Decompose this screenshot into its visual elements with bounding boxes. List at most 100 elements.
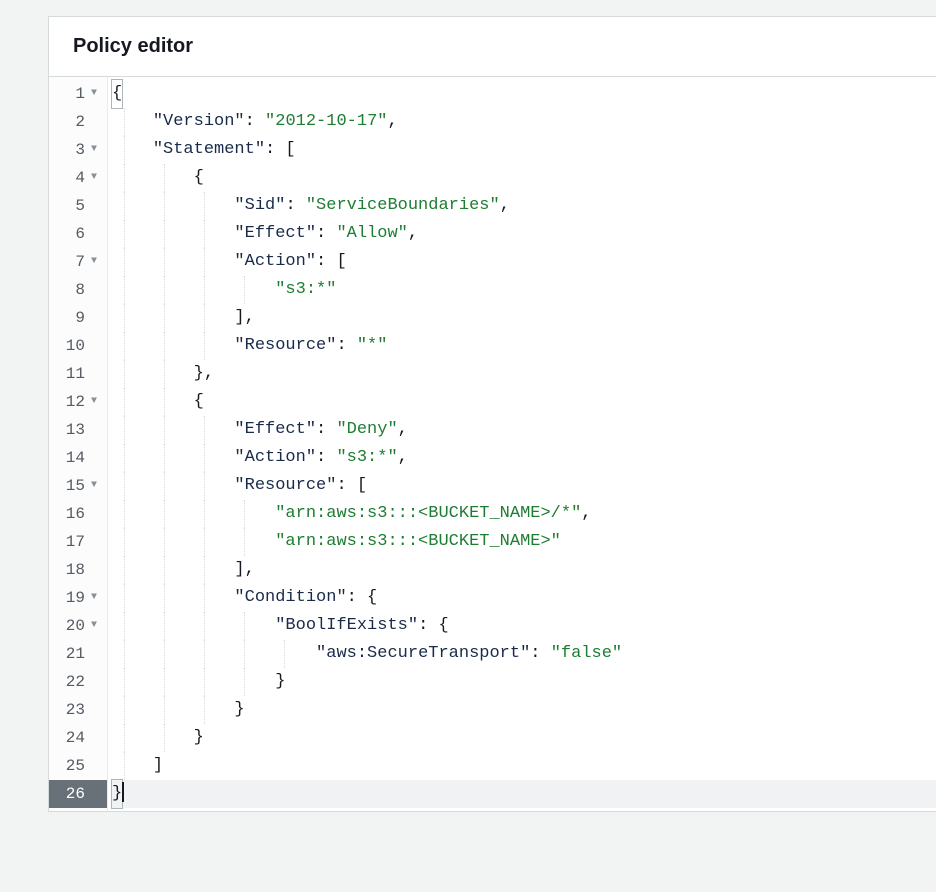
line-number: 19 (59, 584, 85, 612)
code-line[interactable]: "s3:*" (112, 276, 936, 304)
line-number: 18 (59, 556, 85, 584)
json-punct: ] (153, 756, 163, 775)
gutter-line[interactable]: 3▼ (49, 136, 107, 164)
fold-toggle-icon[interactable]: ▼ (87, 612, 101, 640)
json-key: "Statement" (153, 140, 265, 159)
gutter-line[interactable]: 4▼ (49, 164, 107, 192)
code-line[interactable]: "Condition": { (112, 584, 936, 612)
gutter-line[interactable]: 18▼ (49, 556, 107, 584)
code-line[interactable]: { (112, 388, 936, 416)
indent-guide (124, 108, 125, 136)
gutter-line[interactable]: 19▼ (49, 584, 107, 612)
json-punct: , (408, 224, 418, 243)
code-line[interactable]: "arn:aws:s3:::<BUCKET_NAME>/*", (112, 500, 936, 528)
code-line[interactable]: "Sid": "ServiceBoundaries", (112, 192, 936, 220)
code-line[interactable]: { (112, 80, 936, 108)
gutter-line[interactable]: 14▼ (49, 444, 107, 472)
json-key: "BoolIfExists" (275, 616, 418, 635)
code-line[interactable]: "arn:aws:s3:::<BUCKET_NAME>" (112, 528, 936, 556)
code-line[interactable]: ], (112, 556, 936, 584)
gutter-line[interactable]: 20▼ (49, 612, 107, 640)
line-number: 22 (59, 668, 85, 696)
indent-guide (244, 640, 245, 668)
code-line[interactable]: } (112, 696, 936, 724)
fold-toggle-icon[interactable]: ▼ (87, 472, 101, 500)
code-line[interactable]: }, (112, 360, 936, 388)
gutter-line[interactable]: 10▼ (49, 332, 107, 360)
editor-code-area[interactable]: { "Version": "2012-10-17", "Statement": … (108, 77, 936, 811)
json-string: "false" (551, 644, 622, 663)
indent-guide (244, 612, 245, 640)
indent-guide (124, 444, 125, 472)
json-string: "s3:*" (336, 448, 397, 467)
code-line[interactable]: "Statement": [ (112, 136, 936, 164)
indent-guide (164, 612, 165, 640)
gutter-line[interactable]: 21▼ (49, 640, 107, 668)
json-punct: : { (347, 588, 378, 607)
code-line[interactable]: } (112, 668, 936, 696)
gutter-line[interactable]: 13▼ (49, 416, 107, 444)
gutter-line[interactable]: 5▼ (49, 192, 107, 220)
code-line[interactable]: "BoolIfExists": { (112, 612, 936, 640)
indent-guide (124, 276, 125, 304)
gutter-line[interactable]: 15▼ (49, 472, 107, 500)
code-line[interactable]: "Effect": "Deny", (112, 416, 936, 444)
gutter-line[interactable]: 8▼ (49, 276, 107, 304)
line-number: 23 (59, 696, 85, 724)
indent-guide (164, 668, 165, 696)
code-line[interactable]: "Action": "s3:*", (112, 444, 936, 472)
json-punct: , (398, 420, 408, 439)
line-number: 25 (59, 752, 85, 780)
gutter-line[interactable]: 26▼ (49, 780, 107, 808)
fold-toggle-icon[interactable]: ▼ (87, 584, 101, 612)
code-line[interactable]: } (112, 780, 936, 808)
indent-guide (124, 612, 125, 640)
gutter-line[interactable]: 23▼ (49, 696, 107, 724)
gutter-line[interactable]: 16▼ (49, 500, 107, 528)
line-number: 1 (59, 80, 85, 108)
fold-toggle-icon[interactable]: ▼ (87, 248, 101, 276)
fold-toggle-icon[interactable]: ▼ (87, 164, 101, 192)
indent-guide (204, 472, 205, 500)
code-editor[interactable]: 1▼2▼3▼4▼5▼6▼7▼8▼9▼10▼11▼12▼13▼14▼15▼16▼1… (49, 77, 936, 811)
code-line[interactable]: "aws:SecureTransport": "false" (112, 640, 936, 668)
indent-guide (204, 612, 205, 640)
json-key: "Action" (234, 448, 316, 467)
indent-guide (164, 220, 165, 248)
code-line[interactable]: } (112, 724, 936, 752)
gutter-line[interactable]: 25▼ (49, 752, 107, 780)
indent-guide (284, 640, 285, 668)
code-line[interactable]: "Version": "2012-10-17", (112, 108, 936, 136)
json-punct: } (112, 784, 122, 803)
json-string: "Deny" (336, 420, 397, 439)
gutter-line[interactable]: 7▼ (49, 248, 107, 276)
json-punct: { (194, 392, 204, 411)
code-line[interactable]: { (112, 164, 936, 192)
code-line[interactable]: "Resource": "*" (112, 332, 936, 360)
json-punct: ], (234, 308, 254, 327)
code-line[interactable]: ] (112, 752, 936, 780)
code-line[interactable]: "Action": [ (112, 248, 936, 276)
code-line[interactable]: "Effect": "Allow", (112, 220, 936, 248)
indent-guide (164, 724, 165, 752)
fold-toggle-icon[interactable]: ▼ (87, 80, 101, 108)
indent-guide (204, 248, 205, 276)
indent-guide (164, 276, 165, 304)
gutter-line[interactable]: 9▼ (49, 304, 107, 332)
gutter-line[interactable]: 1▼ (49, 80, 107, 108)
gutter-line[interactable]: 2▼ (49, 108, 107, 136)
gutter-line[interactable]: 24▼ (49, 724, 107, 752)
gutter-line[interactable]: 17▼ (49, 528, 107, 556)
gutter-line[interactable]: 12▼ (49, 388, 107, 416)
gutter-line[interactable]: 6▼ (49, 220, 107, 248)
fold-toggle-icon[interactable]: ▼ (87, 388, 101, 416)
json-string: "arn:aws:s3:::<BUCKET_NAME>" (275, 532, 561, 551)
gutter-line[interactable]: 22▼ (49, 668, 107, 696)
indent-guide (124, 752, 125, 780)
fold-toggle-icon[interactable]: ▼ (87, 136, 101, 164)
json-punct: : [ (336, 476, 367, 495)
code-line[interactable]: ], (112, 304, 936, 332)
json-punct: } (234, 700, 244, 719)
code-line[interactable]: "Resource": [ (112, 472, 936, 500)
gutter-line[interactable]: 11▼ (49, 360, 107, 388)
